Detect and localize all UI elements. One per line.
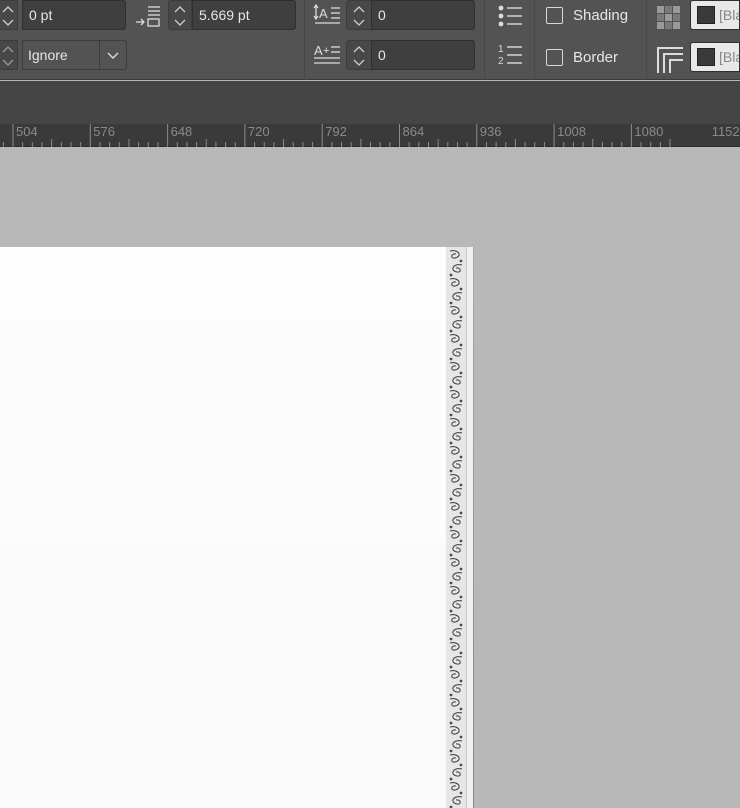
svg-text:A: A [314, 43, 323, 58]
border-swatch-name: [Bla [719, 49, 739, 65]
ruler-label: 1008 [557, 124, 587, 139]
shading-icon[interactable] [656, 5, 682, 29]
drop-cap-lines-spinner[interactable] [346, 0, 372, 30]
separator [646, 0, 647, 80]
svg-text:2: 2 [498, 56, 504, 67]
svg-text:1: 1 [498, 44, 504, 55]
spinner-arrows-icon [2, 46, 14, 66]
border-color-swatch[interactable]: [Bla [690, 42, 740, 72]
horizontal-ruler[interactable]: 504 576 648 720 792 864 936 1008 1080 1152 [0, 124, 740, 147]
drop-cap-chars-icon: A + [314, 43, 340, 64]
shading-label: Shading [573, 7, 629, 24]
swatch-chip [697, 6, 715, 24]
shading-swatch-name: [Bla [719, 7, 739, 23]
drop-cap-chars-field[interactable]: 0 [371, 40, 475, 70]
separator [304, 0, 305, 80]
bullets-icon[interactable] [496, 3, 524, 29]
space-after-field[interactable]: 5.669 pt [192, 0, 296, 30]
page-edge [466, 247, 473, 808]
swatch-chip [697, 48, 715, 66]
numbering-icon[interactable]: 1 2 [496, 42, 524, 68]
ruler-label: 504 [16, 124, 38, 139]
space-after-spinner[interactable] [168, 0, 192, 30]
spinner-arrows-icon [2, 6, 14, 26]
chevron-down-icon [107, 52, 119, 59]
ruler-label: 576 [93, 124, 115, 139]
separator [484, 0, 485, 80]
ornamental-border-art [446, 247, 466, 808]
border-label: Border [573, 49, 619, 66]
border-checkbox[interactable] [546, 49, 563, 66]
svg-text:A: A [319, 6, 328, 21]
document-tab-bar [0, 81, 740, 124]
ruler-label: 936 [479, 124, 502, 139]
drop-cap-lines-field[interactable]: 0 [371, 0, 475, 30]
ruler-label: 1152 [711, 124, 740, 139]
spinner-arrows-icon [353, 46, 365, 66]
left-indent-spinner[interactable] [0, 0, 18, 30]
ruler-label: 648 [170, 124, 193, 139]
drop-cap-chars-spinner[interactable] [346, 40, 372, 70]
shading-color-swatch[interactable]: [Bla [690, 0, 740, 30]
border-icon[interactable] [656, 46, 684, 74]
svg-text:+: + [323, 45, 329, 57]
align-grid-spinner[interactable] [0, 40, 18, 70]
ruler-label: 864 [402, 124, 425, 139]
align-to-grid-dropdown[interactable]: Ignore [22, 40, 100, 70]
space-after-icon [136, 6, 160, 27]
shading-checkbox[interactable] [546, 7, 563, 24]
page-shading [0, 246, 474, 808]
left-indent-field[interactable]: 0 pt [22, 0, 126, 30]
spinner-arrows-icon [353, 6, 365, 26]
spinner-arrows-icon [174, 6, 186, 26]
separator [534, 0, 535, 80]
ruler-label: 720 [247, 124, 270, 139]
paragraph-control-panel: 0 pt Ignore 5.669 pt A 0 A + 0 1 2 Shadi… [0, 0, 740, 80]
drop-cap-lines-icon: A [313, 3, 340, 24]
align-to-grid-dropdown-button[interactable] [99, 40, 127, 70]
ruler-label: 792 [325, 124, 347, 139]
ruler-label: 1080 [634, 124, 664, 139]
